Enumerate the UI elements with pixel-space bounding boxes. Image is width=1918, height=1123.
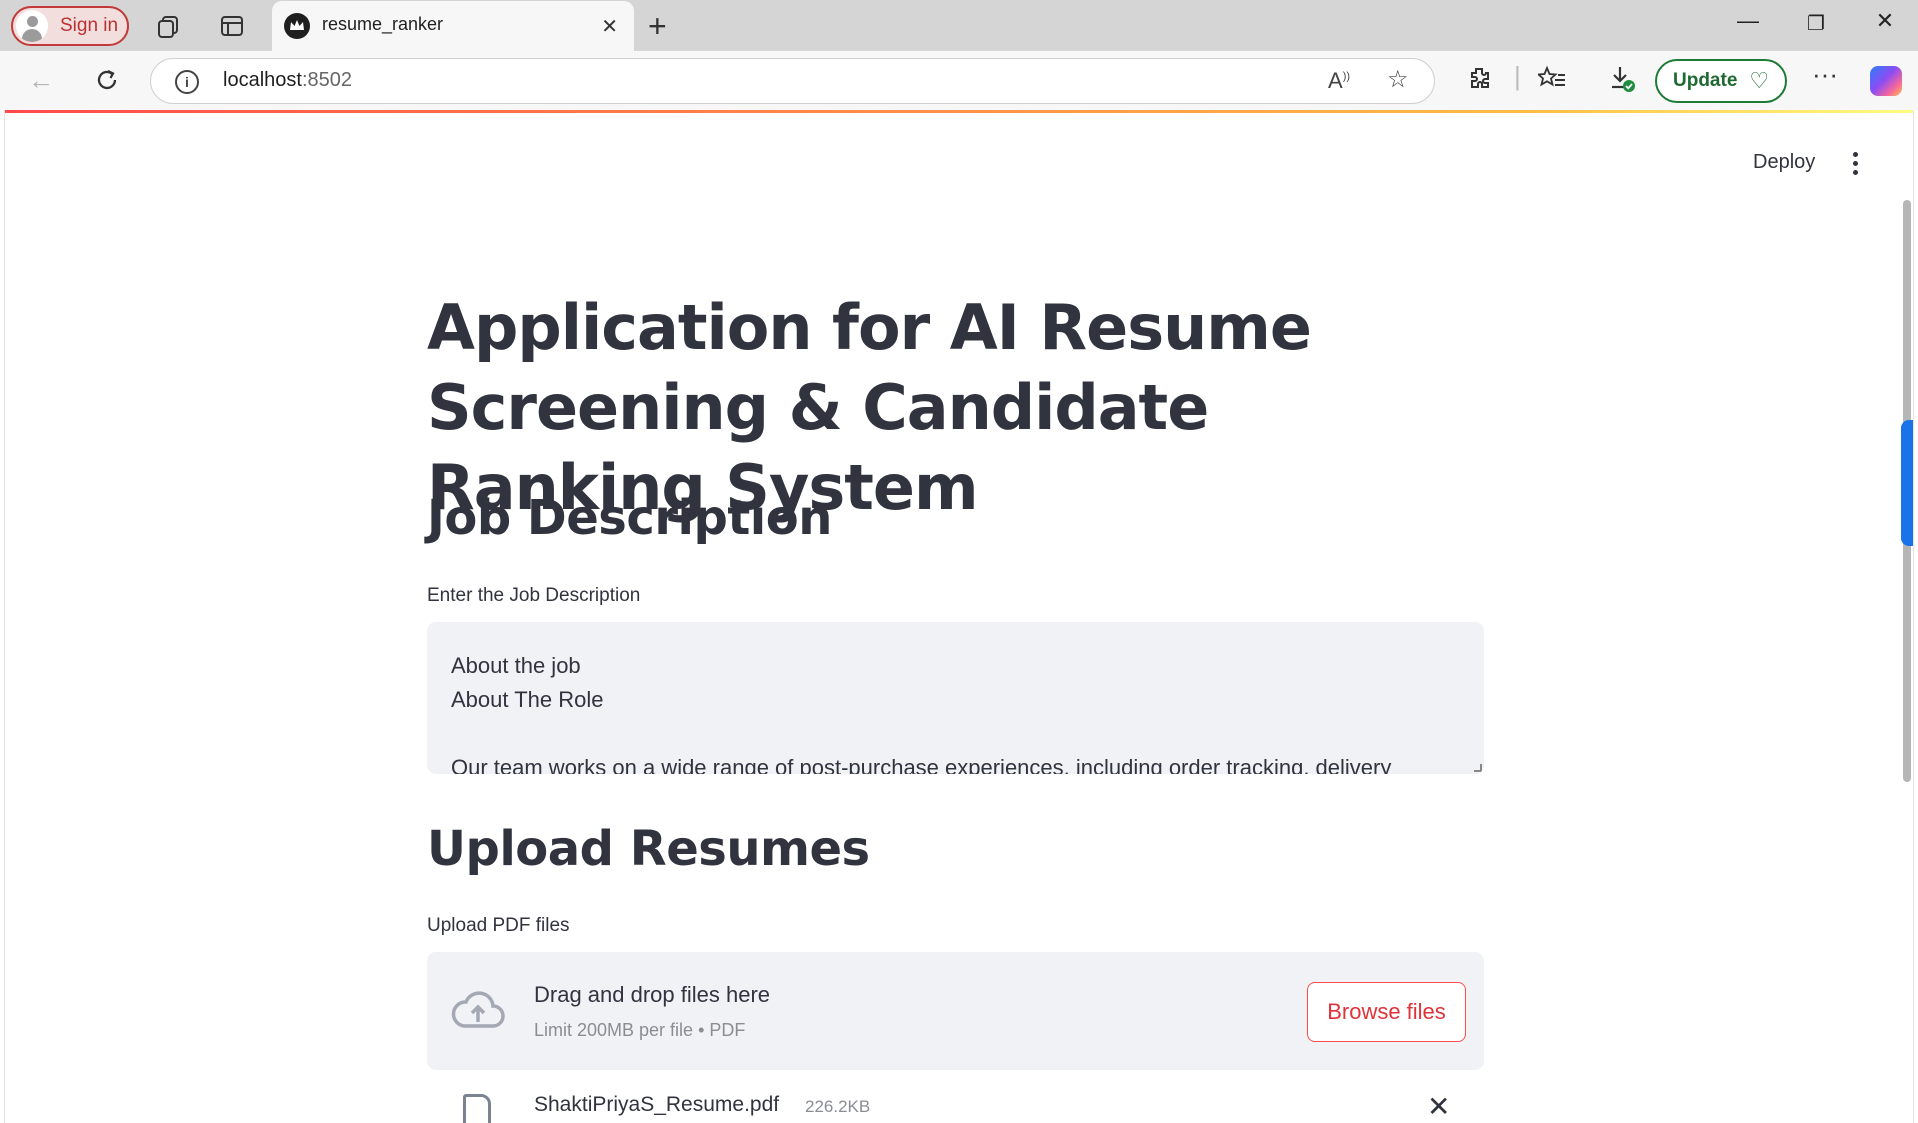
tab-resume-ranker[interactable]: resume_ranker ✕ bbox=[272, 1, 634, 51]
job-description-textarea[interactable]: About the job About The Role Our team wo… bbox=[427, 622, 1484, 774]
read-aloud-icon[interactable]: A)) bbox=[1328, 68, 1350, 94]
sign-in-button[interactable]: Sign in bbox=[11, 6, 129, 46]
minimize-icon[interactable]: — bbox=[1725, 8, 1771, 34]
textarea-line bbox=[451, 717, 1460, 751]
main-menu-icon[interactable] bbox=[1853, 152, 1861, 175]
uploaded-file-item: ShaktiPriyaS_Resume.pdf 226.2KB ✕ bbox=[427, 1088, 1484, 1123]
site-info-icon[interactable]: i bbox=[175, 70, 199, 94]
browser-toolbar: ← i localhost:8502 A)) ☆ | Update ♡ ··· bbox=[0, 51, 1918, 110]
workspaces-icon[interactable] bbox=[155, 12, 183, 40]
extensions-icon[interactable] bbox=[1466, 65, 1492, 98]
dropzone-limit: Limit 200MB per file • PDF bbox=[534, 1020, 746, 1040]
restore-icon[interactable]: ❐ bbox=[1793, 11, 1839, 36]
upload-resumes-heading: Upload Resumes bbox=[427, 821, 870, 877]
remove-file-icon[interactable]: ✕ bbox=[1427, 1090, 1450, 1123]
upload-pdf-label: Upload PDF files bbox=[427, 915, 570, 936]
copilot-icon[interactable] bbox=[1870, 66, 1902, 96]
textarea-line: About The Role bbox=[451, 687, 604, 712]
close-window-icon[interactable]: ✕ bbox=[1862, 8, 1908, 34]
favorite-star-icon[interactable]: ☆ bbox=[1387, 65, 1409, 94]
file-icon bbox=[463, 1094, 491, 1123]
url-text: localhost:8502 bbox=[223, 69, 352, 91]
profile-avatar-icon bbox=[16, 10, 48, 42]
textarea-line: Our team works on a wide range of post-p… bbox=[451, 755, 1392, 774]
toolbar-divider: | bbox=[1514, 61, 1521, 91]
more-options-icon[interactable]: ··· bbox=[1812, 59, 1838, 90]
streamlit-crown-icon bbox=[284, 13, 310, 39]
tab-title: resume_ranker bbox=[322, 14, 444, 34]
browse-files-button[interactable]: Browse files bbox=[1307, 982, 1466, 1042]
close-tab-icon[interactable]: ✕ bbox=[601, 14, 618, 39]
sign-in-label: Sign in bbox=[60, 15, 119, 36]
file-name: ShaktiPriyaS_Resume.pdf bbox=[534, 1093, 780, 1116]
deploy-button[interactable]: Deploy bbox=[1753, 151, 1815, 174]
resize-handle-icon[interactable] bbox=[1474, 764, 1482, 772]
job-description-heading: Job Description bbox=[427, 490, 832, 546]
address-bar[interactable]: i localhost:8502 A)) ☆ bbox=[150, 58, 1435, 104]
tab-actions-icon[interactable] bbox=[218, 12, 246, 40]
job-description-label: Enter the Job Description bbox=[427, 585, 641, 606]
header-decoration-bar bbox=[5, 110, 1913, 113]
update-label: Update bbox=[1673, 70, 1738, 91]
browser-essentials-heart-icon: ♡ bbox=[1749, 68, 1770, 93]
downloads-icon[interactable] bbox=[1608, 65, 1636, 100]
edge-sidebar-handle[interactable] bbox=[1901, 420, 1913, 546]
favorites-icon[interactable] bbox=[1536, 65, 1566, 98]
update-button[interactable]: Update ♡ bbox=[1655, 59, 1787, 103]
cloud-upload-icon bbox=[451, 991, 505, 1028]
back-arrow-icon[interactable]: ← bbox=[24, 63, 58, 97]
refresh-icon[interactable] bbox=[90, 63, 124, 97]
new-tab-icon[interactable]: + bbox=[648, 8, 667, 45]
textarea-line: About the job bbox=[451, 653, 581, 678]
app-page: Deploy Application for AI Resume Screeni… bbox=[4, 110, 1914, 1123]
dropzone-title: Drag and drop files here bbox=[534, 982, 771, 1007]
browser-tab-strip: Sign in resume_ranker ✕ + — ❐ ✕ bbox=[0, 0, 1918, 51]
file-size: 226.2KB bbox=[805, 1097, 871, 1116]
file-dropzone[interactable]: Drag and drop files here Limit 200MB per… bbox=[427, 952, 1484, 1070]
